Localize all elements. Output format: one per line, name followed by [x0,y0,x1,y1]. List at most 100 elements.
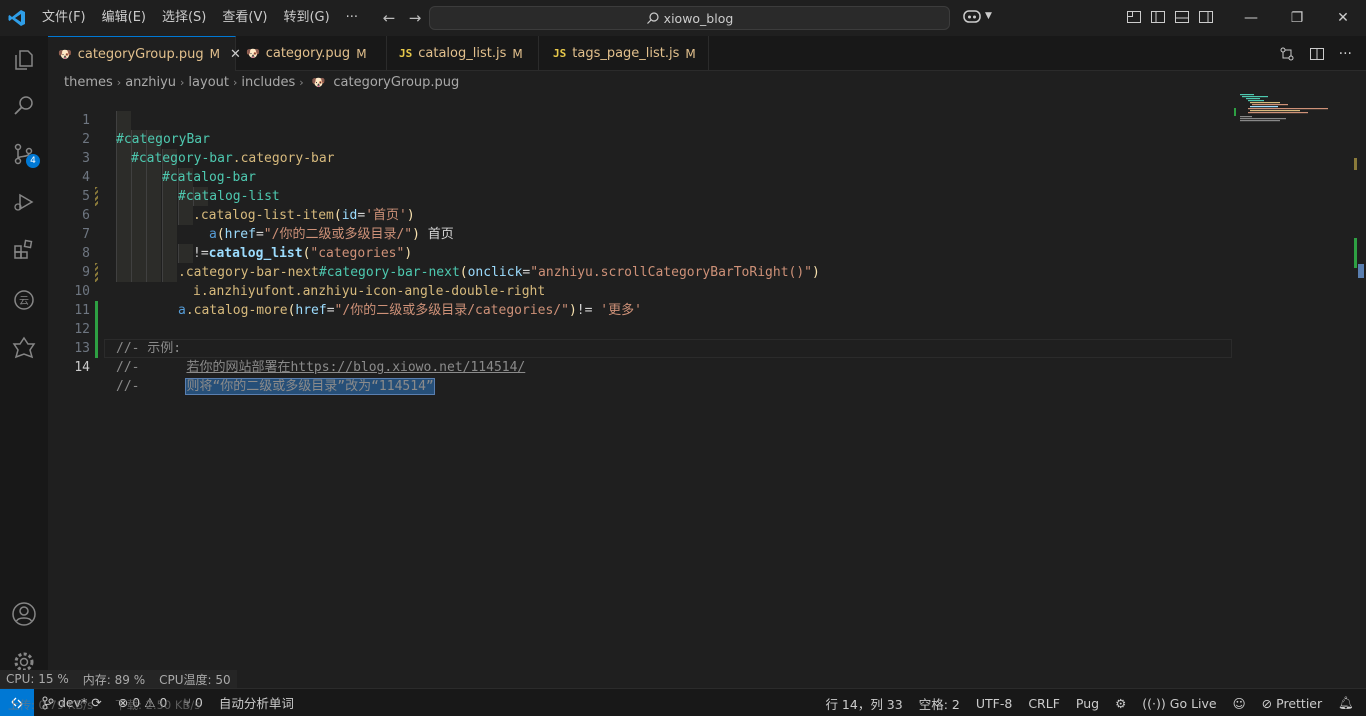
code-line: 5 .catalog-list-item(id='首页') [48,168,1232,223]
prettier-label: Prettier [1276,695,1323,711]
copilot-button[interactable]: ▼ [962,8,992,24]
run-debug-icon[interactable] [0,182,48,222]
breadcrumb-item[interactable]: layout [188,75,229,90]
toggle-panel-icon[interactable] [1174,9,1190,25]
code-line: 6 a(href="/你的二级或多级目录/") 首页 [48,187,1232,242]
menu-file[interactable]: 文件(F) [34,0,94,36]
menu-bar: 文件(F) 编辑(E) 选择(S) 查看(V) 转到(G) ··· [34,0,366,36]
code-line: 4 #catalog-list [48,149,1232,204]
explorer-icon[interactable] [0,40,48,80]
modified-indicator: M [209,47,220,61]
toggle-primary-sidebar-icon[interactable] [1150,9,1166,25]
source-control-icon[interactable]: 4 [0,134,48,174]
js-file-icon: JS [553,47,567,60]
language-mode[interactable]: Pug [1068,696,1107,711]
modified-indicator: M [512,46,523,61]
network-overlay: 上传: 0.79 KB/s 下载: 2.50 KB/s [8,697,200,713]
activity-bar: 4 云 [0,36,48,688]
prettier-icon: ⊘ [1261,695,1273,711]
vscode-logo-icon [0,0,34,36]
minimap[interactable] [1232,92,1352,152]
tab-catalog-list-js[interactable]: JS catalog_list.js M [387,36,539,71]
copilot-status[interactable]: ☺ [1225,696,1254,711]
pug-file-icon: 🐶 [246,47,260,60]
toggle-secondary-sidebar-icon[interactable] [1198,9,1214,25]
cpu-temperature: CPU温度: 50 [159,672,231,687]
vertical-scrollbar[interactable] [1352,92,1366,682]
chevron-right-icon: › [116,75,122,89]
go-live-button[interactable]: ((·)) Go Live [1134,696,1224,711]
extension-tool-icon[interactable] [0,328,48,368]
tab-label: tags_page_list.js [572,46,680,61]
title-bar: 文件(F) 编辑(E) 选择(S) 查看(V) 转到(G) ··· ← → xi… [0,0,1366,36]
minimize-icon[interactable]: — [1228,0,1274,36]
cursor-position[interactable]: 行 14，列 33 [817,694,910,713]
code-line: 12 //- 示例: [48,301,1232,356]
language-label: Pug [1075,695,1100,711]
account-icon[interactable] [0,594,48,634]
pug-file-icon: 🐶 [311,75,326,89]
breadcrumb-item[interactable]: anzhiyu [125,75,176,90]
indentation[interactable]: 空格: 2 [911,694,968,713]
breadcrumb-item[interactable]: categoryGroup.pug [333,75,459,90]
chevron-right-icon: › [180,75,185,89]
copilot-icon [963,10,981,23]
tab-label: category.pug [265,46,351,61]
menu-more[interactable]: ··· [338,0,366,36]
download-speed: 下载: 2.50 KB/s [115,698,201,712]
more-actions-icon[interactable]: ··· [1339,46,1352,62]
restore-icon[interactable]: ❐ [1274,0,1320,36]
split-editor-icon[interactable] [1309,46,1325,62]
js-file-icon: JS [399,47,413,60]
selected-text: 则将“你的二级或多级目录”改为“114514” [185,378,435,395]
menu-go[interactable]: 转到(G) [275,0,337,36]
scm-badge: 4 [26,154,40,168]
spell-check-item[interactable]: 自动分析单词 [211,693,302,712]
copilot-icon: ☺ [1232,695,1246,711]
chevron-right-icon: › [299,75,304,89]
go-live-label: Go Live [1169,695,1217,711]
tab-category-pug[interactable]: 🐶 category.pug M [236,36,387,71]
editor-actions: ··· [1279,36,1366,71]
menu-view[interactable]: 查看(V) [214,0,275,36]
spell-check-label: 自动分析单词 [218,696,294,711]
back-arrow-icon[interactable]: ← [380,9,398,27]
svg-text:云: 云 [19,296,29,307]
tab-tags-page-list-js[interactable]: JS tags_page_list.js M [539,36,709,71]
chevron-right-icon: › [232,75,238,89]
notifications[interactable]: 🔔︎ [1330,695,1366,711]
eol-label: CRLF [1028,695,1060,711]
scrollbar-thumb[interactable] [1358,264,1364,278]
extension-status[interactable]: ⚙ [1107,696,1134,711]
tab-categorygroup-pug[interactable]: 🐶 categoryGroup.pug M ✕ [48,36,241,71]
status-bar: dev* ⟳ ⊗ 0 ⚠ 0 ⑂ 0 自动分析单词 行 14，列 33 空格: … [0,688,1366,716]
command-center-search[interactable]: xiowo_blog [429,6,950,30]
close-icon[interactable]: ✕ [1320,0,1366,36]
window-title: xiowo_blog [663,10,734,26]
breadcrumb-item[interactable]: themes [64,75,113,90]
search-icon[interactable] [0,86,48,126]
tab-label: categoryGroup.pug [77,46,204,62]
remote-cloud-icon[interactable]: 云 [0,280,48,320]
code-line: 9 i.anzhiyufont.anzhiyu-icon-angle-doubl… [48,244,1232,299]
cursor-position-label: 行 14，列 33 [825,696,903,712]
breadcrumb-item[interactable]: includes [241,75,295,90]
prettier-status[interactable]: ⊘ Prettier [1254,696,1330,711]
customize-layout-icon[interactable] [1126,9,1142,25]
code-comment: 若你的网站部署在https://blog.xiowo.net/114514/ [186,360,526,375]
extensions-icon[interactable] [0,230,48,270]
settings-sync-icon: ⚙ [1115,695,1127,711]
menu-selection[interactable]: 选择(S) [154,0,214,36]
compare-changes-icon[interactable] [1279,46,1295,62]
bell-icon: 🔔︎ [1338,695,1354,710]
line-number: 14 [74,360,90,375]
performance-overlay: CPU: 15 % 内存: 89 % CPU温度: 50 [0,670,237,688]
scrollbar-marker [1354,158,1357,170]
encoding[interactable]: UTF-8 [968,696,1020,711]
code-line: 2 #category-bar.category-bar [48,111,1232,166]
code-editor[interactable]: 1 #categoryBar 2 #category-bar.category-… [48,92,1366,682]
tab-label: catalog_list.js [418,46,507,61]
menu-edit[interactable]: 编辑(E) [94,0,154,36]
forward-arrow-icon[interactable]: → [406,9,424,27]
end-of-line[interactable]: CRLF [1020,696,1068,711]
